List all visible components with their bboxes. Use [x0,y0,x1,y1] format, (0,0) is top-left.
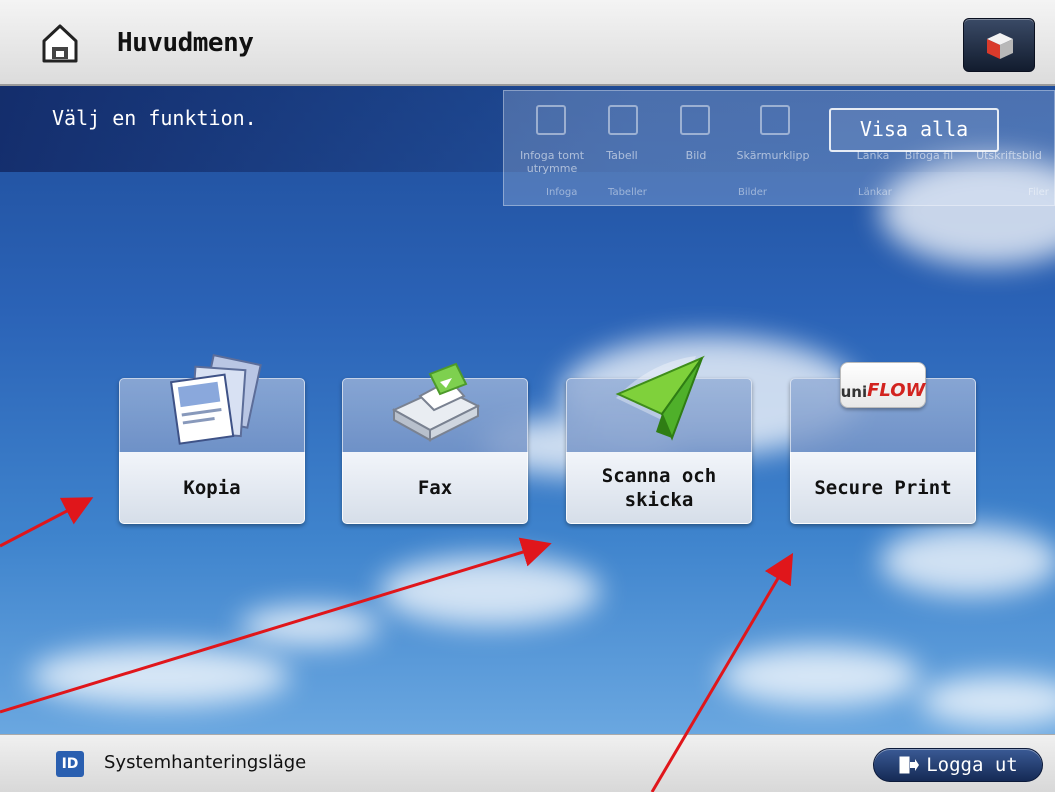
table-icon [608,105,638,135]
header-bar: Huvudmeny [0,0,1055,86]
tile-secure-print[interactable]: uni FLOW Secure Print [790,362,976,524]
paper-plane-icon [615,355,705,441]
tile-label: Kopia [183,477,241,499]
instruction-text: Välj en funktion. [52,106,257,130]
footer-bar: ID Systemhanteringsläge Logga ut [0,734,1055,792]
cube-icon [987,33,1013,59]
tile-scan-and-send[interactable]: Scanna och skicka [566,355,752,524]
ribbon-item: Infoga tomt utrymme [519,149,585,175]
system-management-mode-label[interactable]: Systemhanteringsläge [104,752,306,773]
home-icon[interactable] [42,23,78,63]
logout-button[interactable]: Logga ut [873,748,1043,782]
ribbon-group: Bilder [738,187,768,198]
ribbon-item: Skärmurklipp [736,149,810,162]
ribbon-group: Länkar [858,187,892,198]
insert-space-icon [536,105,566,135]
show-all-button[interactable]: Visa alla [829,108,999,152]
fax-machine-icon [391,362,481,442]
screen-clip-icon [760,105,790,135]
id-badge-icon: ID [56,751,84,777]
ribbon-item: Tabell [606,149,638,162]
copy-documents-icon [169,353,262,445]
tile-fax[interactable]: Fax [342,362,528,524]
tile-copy[interactable]: Kopia [119,353,305,524]
uniflow-logo: uni FLOW [840,362,926,408]
logout-label: Logga ut [926,754,1018,776]
ribbon-item: Bild [685,149,707,162]
image-icon [680,105,710,135]
tile-label: Secure Print [814,477,952,499]
settings-button[interactable] [963,18,1035,72]
tile-label: Scanna och skicka [601,465,717,511]
ribbon-group: Infoga [546,187,578,198]
ribbon-group: Tabeller [608,187,647,198]
ribbon-group: Filer [1028,187,1049,198]
main-area: Välj en funktion. Infoga tomt utrymme Ta… [0,86,1055,734]
page-title: Huvudmeny [117,28,254,58]
logout-door-icon [899,756,920,774]
tile-label: Fax [417,477,453,499]
